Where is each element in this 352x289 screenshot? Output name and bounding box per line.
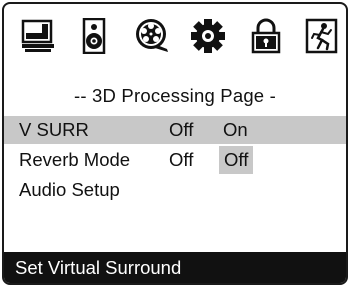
menu-row-label: Audio Setup <box>19 179 120 200</box>
menu-row-v-surr[interactable]: V SURR Off On <box>4 116 346 144</box>
menu-row-reverb-mode[interactable]: Reverb Mode Off Off <box>4 146 346 174</box>
menu-row-label: V SURR <box>19 119 89 140</box>
setup-menu-window: -- 3D Processing Page - V SURR Off On Re… <box>2 2 348 285</box>
menu-icon-bar <box>4 4 346 79</box>
tv-icon[interactable] <box>20 18 56 54</box>
option-value-selected[interactable]: Off <box>219 146 254 174</box>
menu-row-label: Reverb Mode <box>19 149 131 170</box>
lock-icon[interactable] <box>248 18 284 54</box>
speaker-icon[interactable] <box>76 18 112 54</box>
exit-icon[interactable] <box>304 18 340 54</box>
current-value: Off <box>169 149 194 170</box>
film-reel-icon[interactable] <box>133 18 169 54</box>
page-title: -- 3D Processing Page - <box>73 85 276 106</box>
current-value: Off <box>169 119 194 140</box>
status-text: Set Virtual Surround <box>15 257 182 278</box>
option-value[interactable]: On <box>223 116 248 144</box>
menu-row-audio-setup[interactable]: Audio Setup <box>4 176 346 204</box>
status-bar: Set Virtual Surround <box>4 252 346 283</box>
gear-icon[interactable] <box>190 18 226 54</box>
